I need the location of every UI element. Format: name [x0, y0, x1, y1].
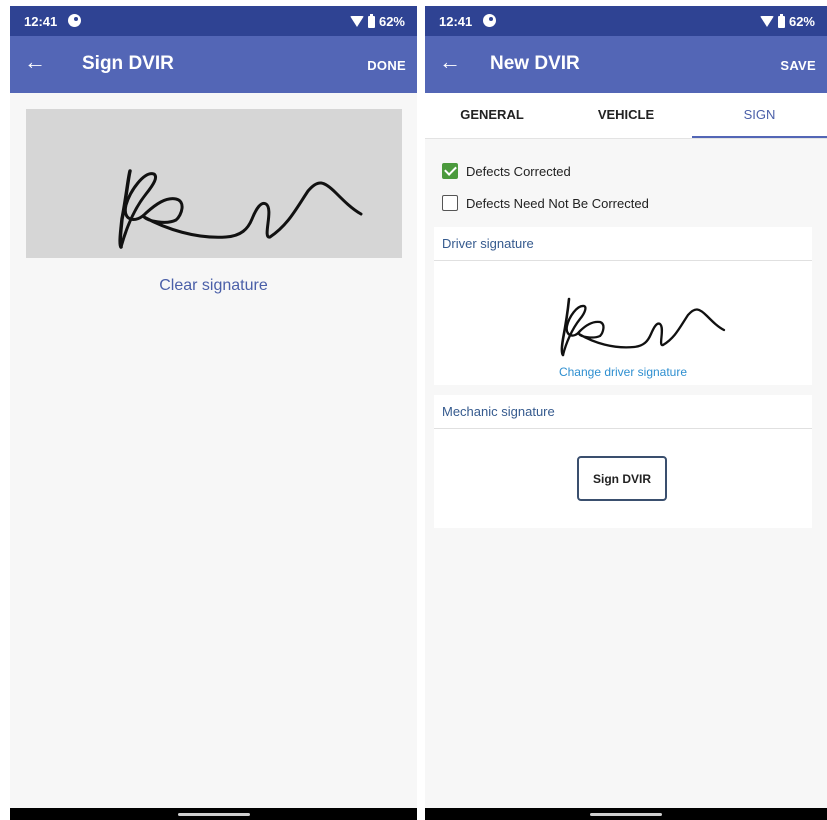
tab-vehicle[interactable]: VEHICLE — [559, 93, 693, 138]
battery-icon — [367, 13, 375, 28]
signature-drawing — [118, 169, 363, 249]
tab-sign[interactable]: SIGN — [692, 93, 827, 138]
battery-percent: 62% — [378, 14, 405, 29]
status-time: 12:41 — [439, 14, 473, 29]
driver-signature-card: Driver signature Change driver signature — [434, 227, 812, 385]
defects-corrected-row[interactable]: Defects Corrected — [442, 161, 571, 181]
home-handle[interactable] — [590, 813, 662, 816]
defects-corrected-checkbox[interactable] — [442, 163, 458, 179]
page-title: Sign DVIR — [82, 53, 174, 74]
system-nav-bar — [425, 808, 827, 820]
notification-icon — [68, 14, 81, 27]
save-button[interactable]: SAVE — [780, 58, 816, 73]
wifi-icon — [349, 16, 364, 27]
home-handle[interactable] — [177, 813, 250, 816]
system-nav-bar — [10, 808, 417, 820]
clear-signature-button[interactable]: Clear signature — [10, 277, 417, 295]
page-title: New DVIR — [490, 53, 580, 74]
status-bar: 12:41 62% — [425, 6, 827, 36]
status-right: 62% — [759, 13, 815, 29]
status-right: 62% — [349, 13, 405, 29]
done-button[interactable]: DONE — [367, 58, 406, 73]
defects-not-corrected-label: Defects Need Not Be Corrected — [466, 195, 649, 211]
battery-icon — [777, 13, 785, 28]
app-bar: ← Sign DVIR DONE — [10, 36, 417, 93]
defects-not-corrected-row[interactable]: Defects Need Not Be Corrected — [442, 193, 649, 213]
mechanic-signature-header: Mechanic signature — [434, 395, 812, 429]
mechanic-signature-card: Mechanic signature Sign DVIR — [434, 395, 812, 528]
status-time: 12:41 — [24, 14, 58, 29]
battery-percent: 62% — [788, 14, 815, 29]
status-bar: 12:41 62% — [10, 6, 417, 36]
tab-general[interactable]: GENERAL — [425, 93, 559, 138]
sign-dvir-button[interactable]: Sign DVIR — [577, 456, 667, 501]
defects-not-corrected-checkbox[interactable] — [442, 195, 458, 211]
back-arrow-icon[interactable]: ← — [439, 51, 461, 73]
wifi-icon — [759, 16, 774, 27]
new-dvir-screen: 12:41 62% ← New DVIR SAVE GENERAL VEHICL… — [425, 6, 827, 820]
driver-signature-header: Driver signature — [434, 227, 812, 261]
change-driver-signature-link[interactable]: Change driver signature — [434, 365, 812, 379]
notification-icon — [483, 14, 496, 27]
defects-corrected-label: Defects Corrected — [466, 163, 571, 179]
app-bar: ← New DVIR SAVE — [425, 36, 827, 93]
back-arrow-icon[interactable]: ← — [24, 51, 46, 73]
signature-pad[interactable] — [26, 109, 402, 258]
sign-dvir-screen: 12:41 62% ← Sign DVIR DONE Clear signatu… — [10, 6, 417, 820]
tab-bar: GENERAL VEHICLE SIGN — [425, 93, 827, 139]
driver-signature-image — [560, 297, 726, 357]
